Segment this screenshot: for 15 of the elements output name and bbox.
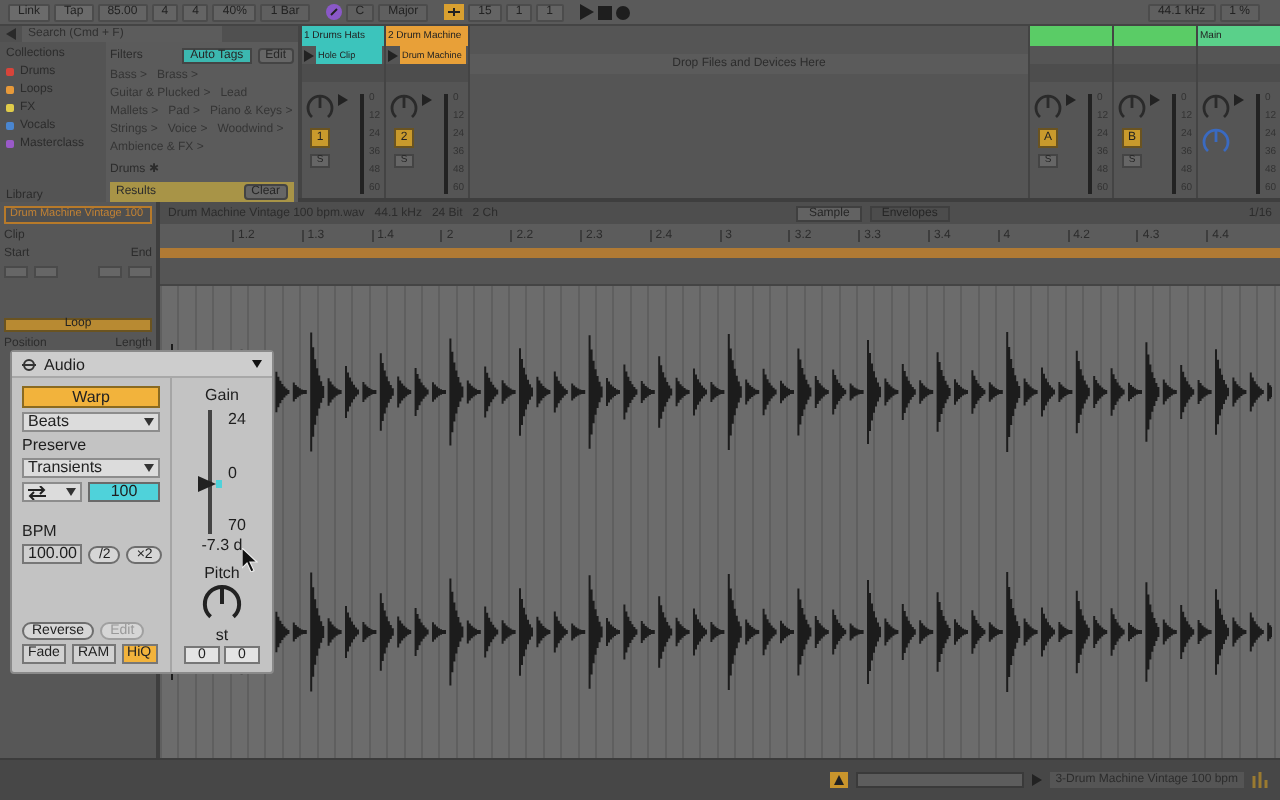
warp-mode-dropdown[interactable]: Beats: [22, 412, 160, 432]
field-label: Gain: [205, 386, 239, 404]
gain-value: -7.3 d: [201, 536, 243, 554]
field-label: Preserve: [22, 436, 89, 454]
panel-title: Audio: [44, 355, 85, 373]
scale-label: 70: [228, 516, 246, 534]
scale-label: 0: [228, 463, 239, 481]
preserve-dropdown[interactable]: Transients: [22, 458, 160, 478]
warp-button[interactable]: Warp: [22, 386, 160, 408]
transient-envelope-field[interactable]: 100: [88, 482, 160, 502]
scale-label: 24: [228, 410, 246, 428]
unit-label: st: [215, 626, 229, 644]
field-label: BPM: [22, 522, 59, 540]
field-label: Pitch: [204, 564, 240, 582]
bpm-field[interactable]: 100.00: [22, 544, 83, 564]
